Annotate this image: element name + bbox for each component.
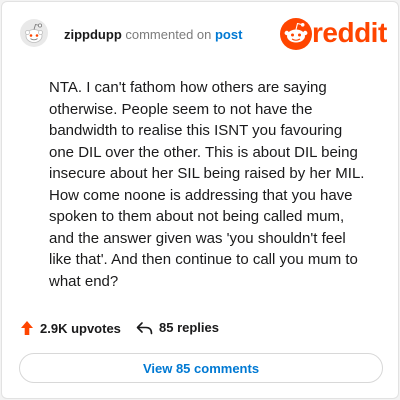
comment-card: zippdupp commented on post reddit NTA. I… <box>1 1 399 399</box>
username-link[interactable]: zippdupp <box>64 27 122 42</box>
reply-count: 85 replies <box>159 320 219 335</box>
view-comments-button[interactable]: View 85 comments <box>19 353 383 383</box>
replies-button[interactable]: 85 replies <box>136 320 219 335</box>
upvote-arrow-icon <box>21 321 33 335</box>
reddit-logo[interactable]: reddit <box>280 17 387 50</box>
reddit-snoo-icon <box>280 18 312 50</box>
comment-actions: 2.9K upvotes 85 replies <box>20 320 360 340</box>
user-avatar-icon[interactable] <box>20 19 48 47</box>
post-link[interactable]: post <box>215 27 242 42</box>
action-text: commented on <box>121 27 215 42</box>
reply-arrow-icon <box>136 321 153 334</box>
comment-body: NTA. I can't fathom how others are sayin… <box>49 79 365 290</box>
reddit-wordmark: reddit <box>312 17 387 48</box>
upvote-button[interactable]: 2.9K upvotes <box>20 320 121 336</box>
comment-meta: zippdupp commented on post <box>64 27 242 42</box>
upvote-count: 2.9K upvotes <box>40 320 121 336</box>
comment-header: zippdupp commented on post reddit <box>2 2 398 62</box>
